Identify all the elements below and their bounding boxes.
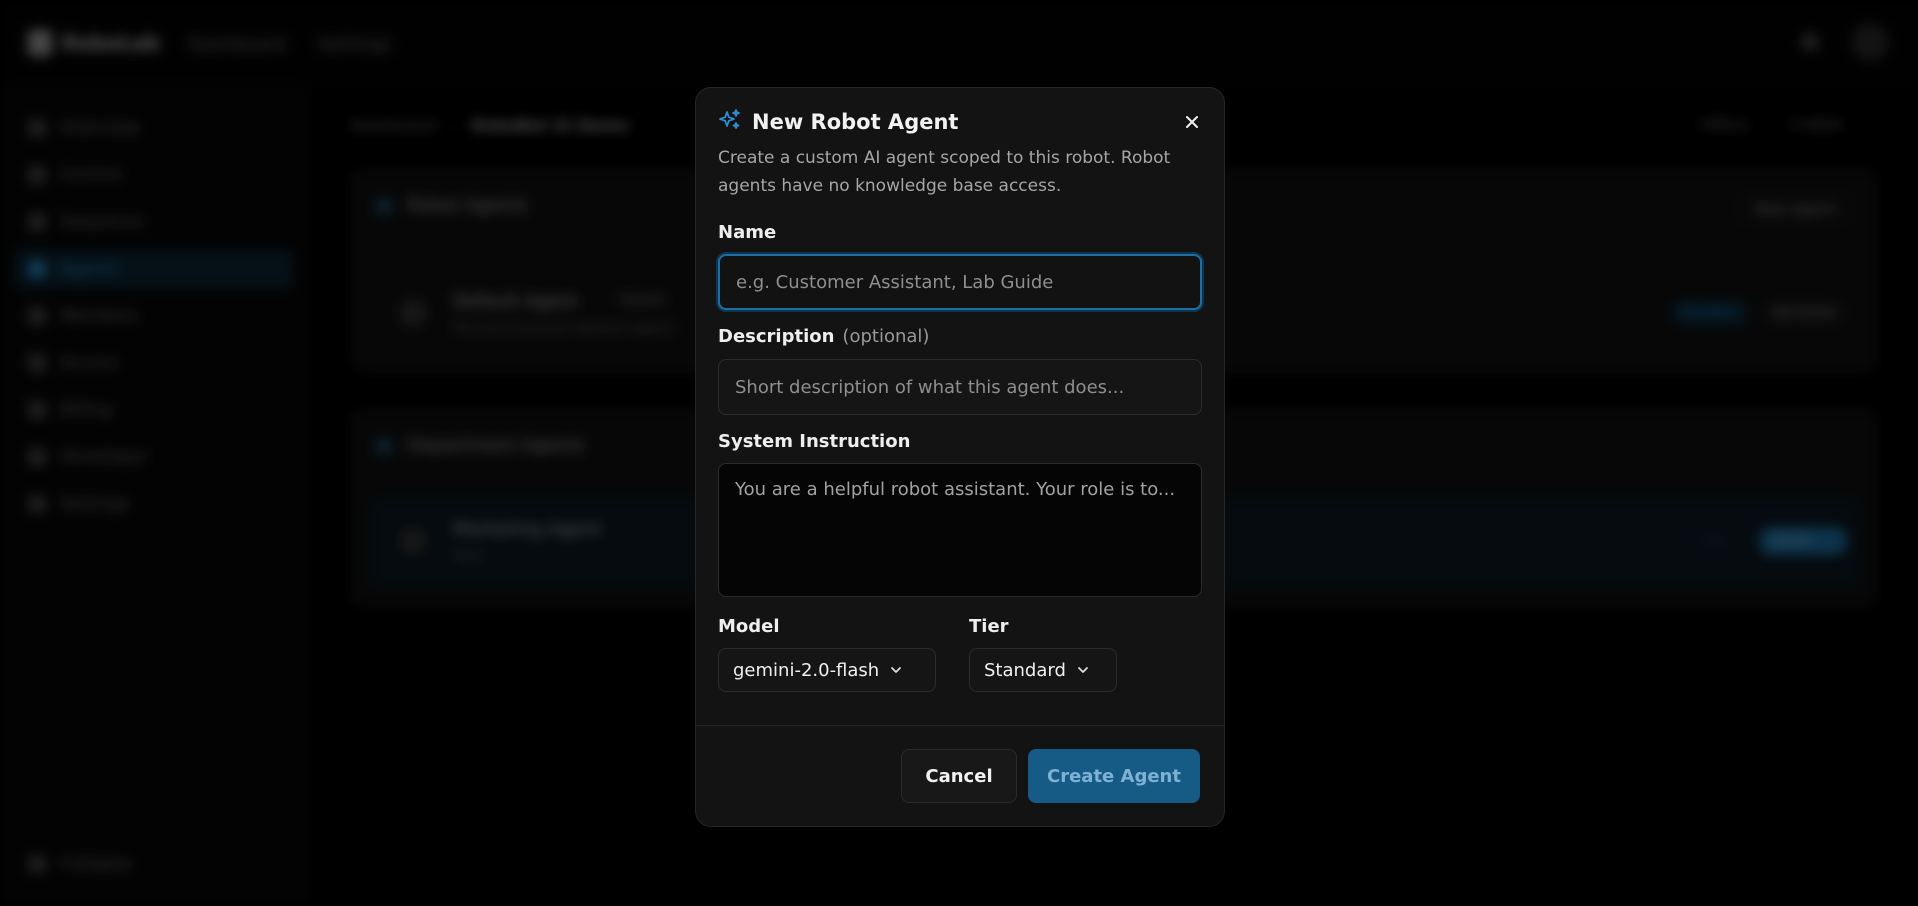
description-input[interactable] [718,359,1202,415]
dialog-header: New Robot Agent [718,108,958,136]
dialog-title: New Robot Agent [752,110,959,134]
cancel-button[interactable]: Cancel [901,749,1017,803]
tier-select[interactable]: Standard [969,648,1117,692]
create-agent-button[interactable]: Create Agent [1028,749,1200,803]
close-icon [1186,116,1198,128]
description-label: Description (optional) [718,326,930,347]
system-instruction-textarea[interactable] [718,463,1202,597]
name-label: Name [718,222,777,243]
name-input[interactable] [718,254,1202,310]
model-label: Model [718,616,780,637]
chevron-down-icon [891,667,902,673]
new-robot-agent-dialog: New Robot Agent Create a custom AI agent… [695,87,1225,827]
dialog-description: Create a custom AI agent scoped to this … [718,148,1171,196]
close-button[interactable] [1180,110,1204,134]
model-value: gemini-2.0-flash [733,659,880,681]
model-select[interactable]: gemini-2.0-flash [718,648,936,692]
footer-divider [696,725,1224,726]
optional-hint: (optional) [842,326,930,347]
system-instruction-label: System Instruction [718,431,911,452]
chevron-down-icon [1077,667,1088,673]
sparkles-icon [718,108,742,136]
tier-label: Tier [969,616,1009,637]
tier-value: Standard [984,659,1066,681]
